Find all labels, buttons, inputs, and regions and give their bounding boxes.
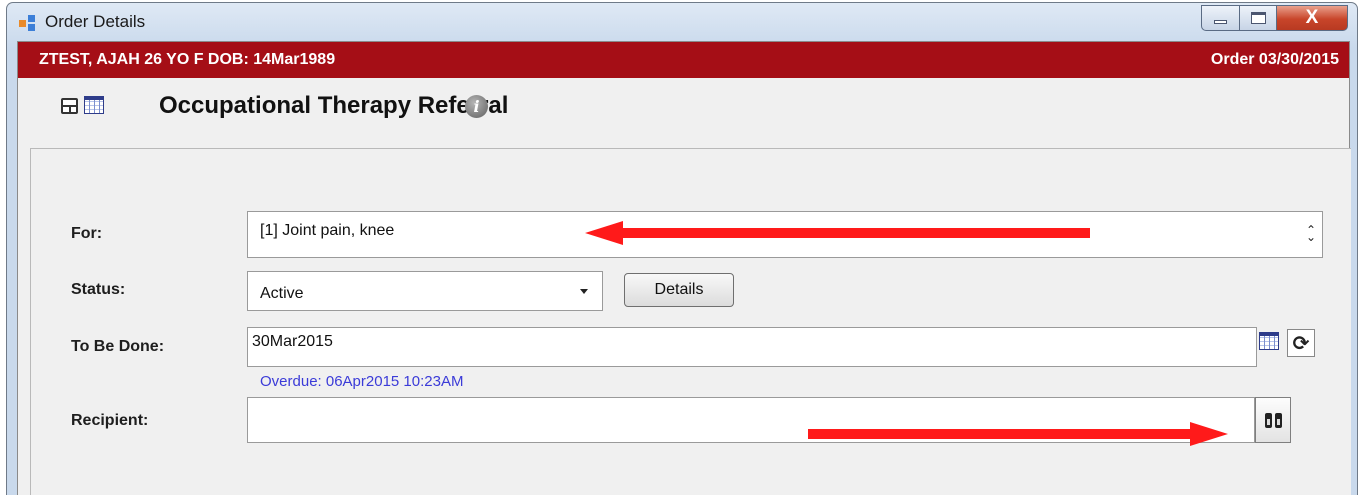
status-label: Status:: [71, 281, 126, 298]
minimize-button[interactable]: [1201, 5, 1239, 31]
close-button[interactable]: X: [1276, 5, 1348, 31]
for-value: [1] Joint pain, knee: [260, 222, 395, 239]
close-icon: X: [1305, 7, 1319, 28]
patient-banner: ZTEST, AJAH 26 YO F DOB: 14Mar1989 Order…: [18, 42, 1349, 78]
binoculars-icon: [1264, 412, 1282, 428]
for-label: For:: [71, 225, 103, 242]
details-button[interactable]: Details: [624, 273, 734, 307]
order-title-row: Occupational Therapy Referral i: [18, 78, 1349, 132]
minimize-icon: [1214, 20, 1227, 24]
annotation-arrow-for: [585, 221, 1090, 245]
status-value: Active: [260, 285, 304, 302]
app-window-icon: [19, 15, 37, 31]
title-bar[interactable]: Order Details X: [7, 3, 1357, 41]
overdue-text: Overdue: 06Apr2015 10:23AM: [260, 373, 464, 390]
maximize-button[interactable]: [1239, 5, 1276, 31]
to-be-done-label: To Be Done:: [71, 338, 165, 355]
to-be-done-date-input[interactable]: 30Mar2015: [247, 327, 1257, 367]
to-be-done-value: 30Mar2015: [252, 333, 333, 350]
dropdown-arrow-icon[interactable]: ⌃ ⌄: [1306, 224, 1316, 243]
layout-toggle-icon[interactable]: [61, 98, 78, 114]
window-title: Order Details: [45, 12, 146, 31]
status-select[interactable]: Active: [247, 271, 603, 311]
refresh-icon[interactable]: ⟳: [1287, 329, 1315, 357]
order-title: Occupational Therapy Referral: [159, 92, 509, 119]
recipient-search-button[interactable]: [1255, 397, 1291, 443]
patient-info: ZTEST, AJAH 26 YO F DOB: 14Mar1989: [39, 51, 336, 68]
maximize-icon: [1250, 12, 1266, 24]
calendar-icon[interactable]: [84, 96, 104, 114]
order-date: Order 03/30/2015: [1210, 51, 1339, 68]
annotation-arrow-recipient: [808, 422, 1228, 446]
date-picker-calendar-icon[interactable]: [1259, 332, 1279, 350]
info-icon[interactable]: i: [465, 95, 488, 118]
recipient-label: Recipient:: [71, 412, 149, 429]
chevron-down-icon: [580, 289, 588, 294]
